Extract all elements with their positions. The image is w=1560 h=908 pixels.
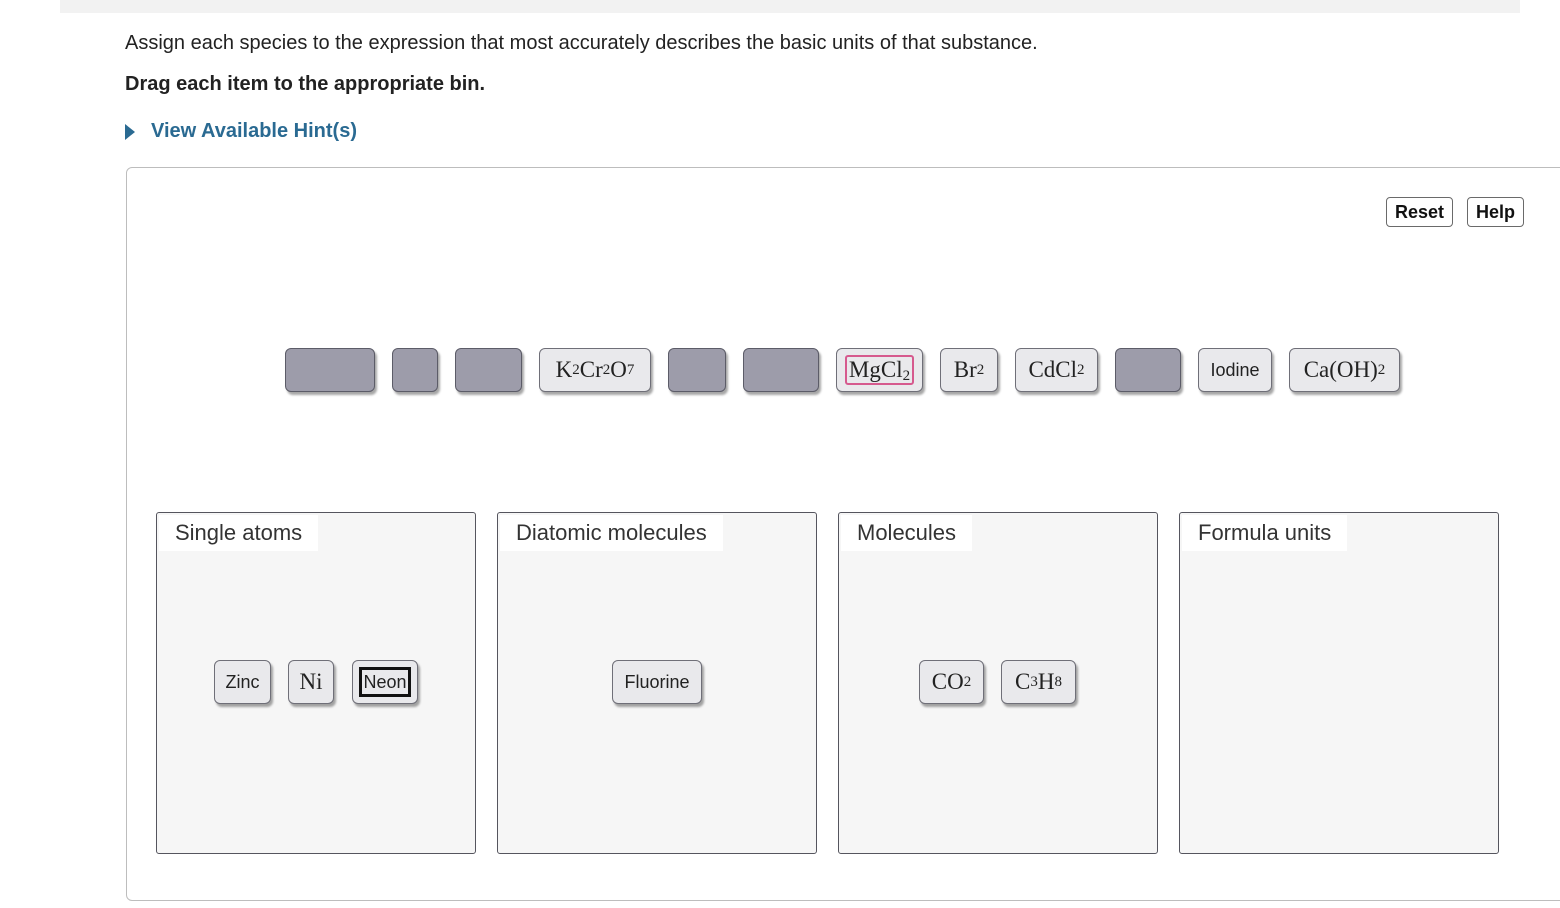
bin-title: Molecules [841, 515, 973, 551]
empty-slot [668, 348, 726, 392]
formula-part: MgCl [848, 357, 903, 382]
formula-part: H [1037, 669, 1055, 694]
item-zinc[interactable]: Zinc [214, 660, 271, 704]
bin-title: Single atoms [159, 515, 319, 551]
formula-part: Br [953, 357, 977, 382]
item-label: Fluorine [624, 671, 690, 692]
item-label: Neon [359, 667, 411, 697]
selection-highlight: MgCl2 [844, 355, 915, 385]
empty-slot [285, 348, 375, 392]
item-neon[interactable]: Neon [352, 660, 418, 704]
bin-formula-units[interactable]: Formula units [1179, 512, 1499, 854]
item-label: Iodine [1210, 359, 1260, 380]
item-label: Ni [299, 669, 323, 694]
item-c3h8[interactable]: C3H8 [1001, 660, 1076, 704]
view-hints-link[interactable]: View Available Hint(s) [125, 120, 357, 143]
caret-right-icon [125, 123, 135, 140]
bin-title: Diatomic molecules [500, 515, 723, 551]
instructions-text: Assign each species to the expression th… [125, 32, 1038, 54]
item-caoh2[interactable]: Ca(OH) 2 [1289, 348, 1400, 392]
item-fluorine[interactable]: Fluorine [612, 660, 702, 704]
empty-slot [455, 348, 522, 392]
view-hints-label: View Available Hint(s) [151, 120, 357, 142]
formula-part: CO [931, 669, 964, 694]
formula-subscript: 2 [902, 368, 911, 384]
bin-title: Formula units [1182, 515, 1348, 551]
empty-slot [1115, 348, 1181, 392]
bin-molecules[interactable]: Molecules [838, 512, 1158, 854]
item-co2[interactable]: CO 2 [919, 660, 984, 704]
formula-part: C [1015, 669, 1031, 694]
item-iodine[interactable]: Iodine [1198, 348, 1272, 392]
empty-slot [392, 348, 438, 392]
item-cdcl2[interactable]: CdCl 2 [1015, 348, 1098, 392]
top-bar [60, 0, 1520, 13]
item-k2cr2o7[interactable]: K 2 Cr 2 O 7 [539, 348, 651, 392]
drag-instructions: Drag each item to the appropriate bin. [125, 73, 486, 95]
formula-part: Cr [579, 357, 603, 382]
item-mgcl2[interactable]: MgCl2 [836, 348, 923, 392]
formula-part: O [610, 357, 627, 382]
formula-part: K [555, 357, 573, 382]
help-button[interactable]: Help [1467, 197, 1524, 227]
item-ni[interactable]: Ni [288, 660, 334, 704]
reset-button[interactable]: Reset [1386, 197, 1453, 227]
empty-slot [743, 348, 819, 392]
item-br2[interactable]: Br 2 [940, 348, 998, 392]
item-label: Zinc [225, 671, 260, 692]
formula-part: Ca(OH) [1303, 357, 1378, 382]
formula-part: CdCl [1028, 357, 1078, 382]
